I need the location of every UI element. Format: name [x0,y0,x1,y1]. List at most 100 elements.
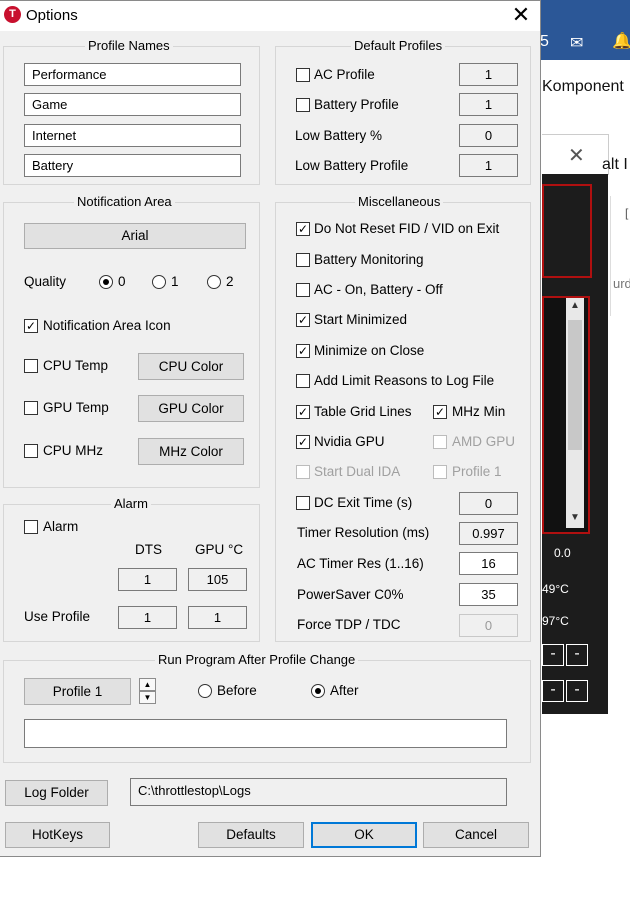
amd-gpu-checkbox[interactable] [433,435,447,449]
quality-label: Quality [24,274,67,289]
use-profile-gpu-value[interactable]: 1 [188,606,247,629]
mhz-min-label: MHz Min [452,404,506,419]
background-value-1: 0.0 [554,546,571,560]
profile-name-4-field[interactable]: Battery [24,154,241,177]
background-scroll-thumb[interactable] [568,320,582,450]
mhz-min-checkbox[interactable]: ✓ [433,405,447,419]
dc-exit-time-value[interactable]: 0 [459,492,518,515]
add-limit-reasons-checkbox[interactable] [296,374,310,388]
spin-down-button[interactable]: ▼ [139,691,156,704]
cpu-temp-label: CPU Temp [43,358,109,373]
run-program-path-field[interactable] [24,719,507,748]
battery-profile-checkbox[interactable] [296,98,310,112]
dc-exit-time-checkbox[interactable] [296,496,310,510]
log-path-field[interactable]: C:\throttlestop\Logs [130,778,507,806]
cancel-button[interactable]: Cancel [423,822,529,848]
alarm-gpu-value[interactable]: 105 [188,568,247,591]
low-battery-pct-value[interactable]: 0 [459,124,518,147]
quality-0-label: 0 [118,274,126,289]
dc-exit-time-label: DC Exit Time (s) [314,495,413,510]
quality-2-label: 2 [226,274,234,289]
start-dual-ida-label: Start Dual IDA [314,464,401,479]
background-minus-button-3[interactable]: - [542,680,564,702]
quality-0-radio[interactable] [99,275,113,289]
profile-name-3-field[interactable]: Internet [24,124,241,147]
before-radio[interactable] [198,684,212,698]
minimize-on-close-label: Minimize on Close [314,343,425,358]
cpu-color-button[interactable]: CPU Color [138,353,244,380]
background-value-3: 97°C [542,614,569,628]
gpu-color-button[interactable]: GPU Color [138,395,244,422]
ok-button[interactable]: OK [311,822,417,848]
battery-monitoring-checkbox[interactable] [296,253,310,267]
ac-on-battery-off-checkbox[interactable] [296,283,310,297]
profile-1-checkbox[interactable] [433,465,447,479]
bell-icon[interactable]: 🔔 [612,31,630,51]
nvidia-gpu-label: Nvidia GPU [314,434,385,449]
powersaver-value[interactable]: 35 [459,583,518,606]
gpu-temp-label: GPU Temp [43,400,109,415]
table-grid-lines-checkbox[interactable]: ✓ [296,405,310,419]
mail-icon[interactable]: ✉ [570,33,583,53]
battery-monitoring-label: Battery Monitoring [314,252,424,267]
run-program-title: Run Program After Profile Change [155,652,359,667]
ac-timer-res-value[interactable]: 16 [459,552,518,575]
background-minus-button-1[interactable]: - [542,644,564,666]
do-not-reset-checkbox[interactable]: ✓ [296,222,310,236]
defaults-button[interactable]: Defaults [198,822,304,848]
notification-icon-checkbox[interactable]: ✓ [24,319,38,333]
mhz-color-button[interactable]: MHz Color [138,438,244,465]
spin-up-button[interactable]: ▲ [139,678,156,691]
miscellaneous-group [275,202,531,642]
close-icon[interactable]: ✕ [506,3,536,29]
gpu-temp-checkbox[interactable] [24,401,38,415]
quality-1-radio[interactable] [152,275,166,289]
low-battery-profile-value[interactable]: 1 [459,154,518,177]
ac-profile-checkbox[interactable] [296,68,310,82]
background-side-panel: [ urd [610,196,630,316]
profile-name-1-field[interactable]: Performance [24,63,241,86]
start-dual-ida-checkbox[interactable] [296,465,310,479]
start-minimized-label: Start Minimized [314,312,408,327]
cpu-mhz-checkbox[interactable] [24,444,38,458]
minimize-on-close-checkbox[interactable]: ✓ [296,344,310,358]
ac-profile-value[interactable]: 1 [459,63,518,86]
profile-name-2-field[interactable]: Game [24,93,241,116]
quality-2-radio[interactable] [207,275,221,289]
background-text-komponent: Komponent [542,78,624,95]
background-value-2: 49°C [542,582,569,596]
use-profile-dts-value[interactable]: 1 [118,606,177,629]
battery-profile-value[interactable]: 1 [459,93,518,116]
background-nav-number: 5 [540,33,549,50]
log-folder-button[interactable]: Log Folder [5,780,108,806]
ac-on-battery-off-label: AC - On, Battery - Off [314,282,443,297]
background-scrollbar[interactable]: ▲ ▼ [566,298,584,528]
cpu-mhz-label: CPU MHz [43,443,103,458]
profile-names-title: Profile Names [85,38,173,53]
dts-column-label: DTS [135,542,162,557]
low-battery-profile-label: Low Battery Profile [295,158,409,173]
alarm-dts-value[interactable]: 1 [118,568,177,591]
nvidia-gpu-checkbox[interactable]: ✓ [296,435,310,449]
quality-1-label: 1 [171,274,179,289]
profile-1-label: Profile 1 [452,464,502,479]
background-close-icon[interactable]: ✕ [568,143,585,168]
cpu-temp-checkbox[interactable] [24,359,38,373]
background-table: ▲ ▼ [542,296,590,534]
powersaver-label: PowerSaver C0% [297,587,404,602]
alarm-checkbox[interactable] [24,520,38,534]
miscellaneous-title: Miscellaneous [355,194,444,209]
timer-resolution-value: 0.997 [459,522,518,545]
background-minus-button-2[interactable]: - [566,644,588,666]
font-button[interactable]: Arial [24,223,246,249]
background-minus-button-4[interactable]: - [566,680,588,702]
gpu-column-label: GPU °C [195,542,244,557]
start-minimized-checkbox[interactable]: ✓ [296,313,310,327]
run-profile-button[interactable]: Profile 1 [24,678,131,705]
app-icon: T [4,6,21,23]
after-label: After [330,683,359,698]
after-radio[interactable] [311,684,325,698]
title-bar[interactable]: T Options ✕ [0,1,540,31]
force-tdp-value[interactable]: 0 [459,614,518,637]
hotkeys-button[interactable]: HotKeys [5,822,110,848]
